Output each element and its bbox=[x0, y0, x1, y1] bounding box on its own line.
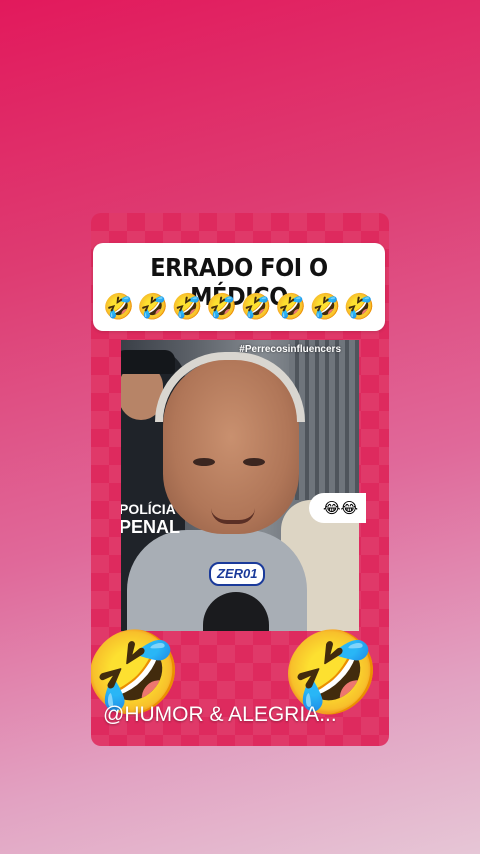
account-handle[interactable]: @HUMOR & ALEGRIA... bbox=[103, 703, 337, 727]
laughing-emoji-icon: 🤣 bbox=[275, 292, 307, 321]
post-card[interactable]: ERRADO FOI O MÉDICO 🤣 🤣 🤣 🤣 🤣 🤣 🤣 🤣 POLÍ… bbox=[91, 213, 389, 746]
laughing-emoji-icon: 🤣 bbox=[206, 292, 238, 321]
vest-line-1: POLÍCIA bbox=[121, 501, 176, 517]
officer-cap bbox=[121, 350, 175, 374]
vest-lettering: POLÍCIA PENAL bbox=[121, 500, 180, 536]
vest-line-2: PENAL bbox=[121, 517, 181, 537]
left-eye bbox=[193, 458, 215, 466]
laughing-emoji-icon: 🤣 bbox=[171, 292, 203, 321]
caption-box: ERRADO FOI O MÉDICO 🤣 🤣 🤣 🤣 🤣 🤣 🤣 🤣 bbox=[93, 243, 385, 331]
caption-emoji-row: 🤣 🤣 🤣 🤣 🤣 🤣 🤣 🤣 bbox=[103, 291, 375, 323]
channel-logo: ZER01 bbox=[209, 562, 266, 586]
laughing-emoji-icon: 🤣 bbox=[240, 292, 272, 321]
laughing-emoji-icon: 🤣 bbox=[309, 292, 341, 321]
laughing-emoji-icon: 🤣 bbox=[103, 292, 135, 321]
video-frame[interactable]: POLÍCIA PENAL #Perrecosinfluencers ZER01 bbox=[121, 340, 359, 631]
video-hashtag: #Perrecosinfluencers bbox=[239, 344, 341, 355]
reaction-bubble: 😂😂 bbox=[309, 493, 367, 523]
laughing-emoji-icon: 🤣 bbox=[137, 292, 169, 321]
laughing-emoji-icon: 🤣 bbox=[343, 292, 375, 321]
right-eye bbox=[243, 458, 265, 466]
